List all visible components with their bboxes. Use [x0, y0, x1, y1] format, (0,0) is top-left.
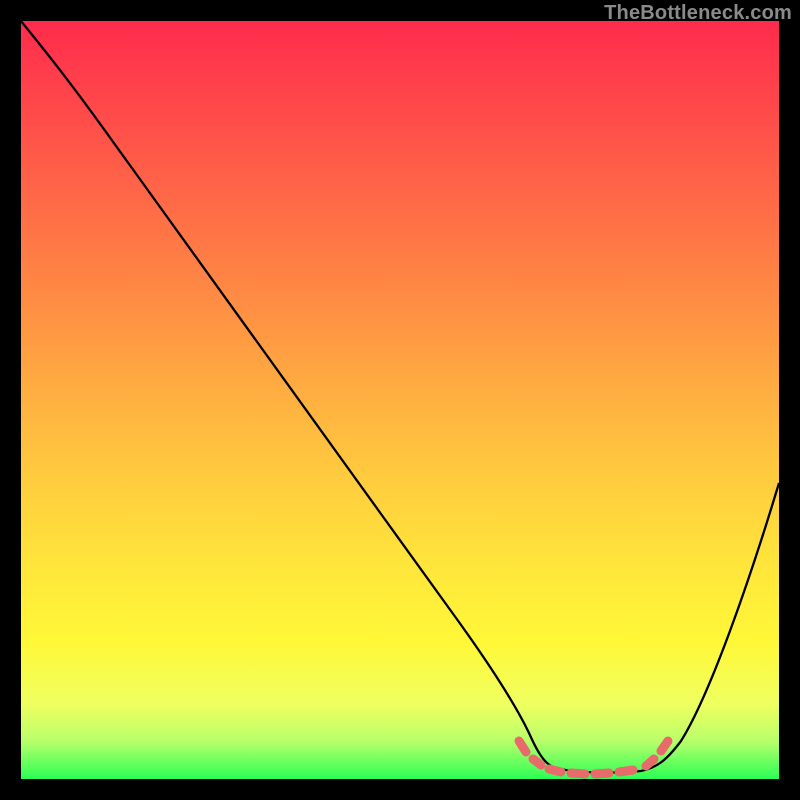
curve-layer [21, 21, 779, 779]
watermark-text: TheBottleneck.com [604, 2, 792, 25]
bottleneck-curve [21, 21, 779, 773]
chart-frame [21, 21, 779, 779]
